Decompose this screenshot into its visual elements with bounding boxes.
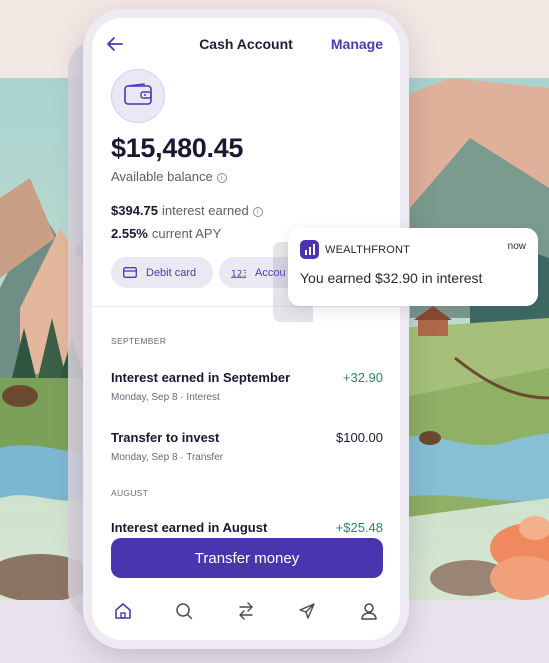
home-icon: [114, 602, 132, 625]
nav-profile[interactable]: [358, 602, 380, 624]
bottom-nav: [92, 600, 400, 626]
interest-earned-row: $394.75 interest earned i: [111, 203, 263, 218]
push-notification[interactable]: WEALTHFRONT now You earned $32.90 in int…: [288, 228, 538, 306]
apy-label: current APY: [151, 226, 222, 241]
transaction-amount: +$25.48: [335, 520, 383, 535]
info-icon[interactable]: i: [252, 207, 263, 217]
nav-transfer[interactable]: [235, 601, 257, 625]
nav-send[interactable]: [296, 602, 318, 624]
notification-app-name: WEALTHFRONT: [325, 244, 411, 256]
available-balance-label: Available balance i: [111, 169, 227, 184]
debit-card-button[interactable]: Debit card: [111, 257, 213, 288]
numbers-icon: 123: [231, 267, 246, 278]
info-icon[interactable]: i: [216, 173, 227, 183]
transaction-row[interactable]: Interest earned in August +$25.48: [111, 520, 383, 535]
wallet-icon: [124, 82, 152, 110]
credit-card-icon: [123, 267, 137, 278]
debit-card-label: Debit card: [146, 266, 197, 279]
svg-text:123: 123: [231, 270, 246, 279]
interest-earned-label: interest earned: [162, 203, 249, 218]
transfer-money-button[interactable]: Transfer money: [111, 538, 383, 578]
manage-button[interactable]: Manage: [331, 36, 383, 52]
balance-label-text: Available balance: [111, 169, 213, 184]
interest-earned-amount: $394.75: [111, 203, 158, 218]
transaction-row[interactable]: Interest earned in September Monday, Sep…: [111, 370, 383, 403]
transaction-subtitle: Monday, Sep 8 · Transfer: [111, 452, 224, 463]
available-balance-amount: $15,480.45: [111, 133, 244, 163]
transaction-amount: +32.90: [342, 370, 383, 385]
apy-value: 2.55%: [111, 226, 148, 241]
transaction-row[interactable]: Transfer to invest Monday, Sep 8 · Trans…: [111, 430, 383, 463]
send-icon: [298, 602, 316, 625]
nav-search[interactable]: [173, 602, 195, 624]
phone-screen: Cash Account Manage $15,480.45 Available…: [92, 18, 400, 640]
section-header-september: SEPTEMBER: [111, 336, 167, 346]
notification-time: now: [507, 241, 526, 252]
search-icon: [175, 602, 193, 625]
nav-home[interactable]: [112, 602, 134, 624]
transaction-amount: $100.00: [336, 430, 383, 445]
transfer-icon: [237, 601, 255, 625]
profile-icon: [360, 602, 378, 625]
top-bar: Cash Account Manage: [92, 18, 400, 70]
divider: [92, 306, 400, 307]
transaction-subtitle: Monday, Sep 8 · Interest: [111, 392, 220, 403]
wallet-icon-badge: [111, 69, 165, 123]
notification-message: You earned $32.90 in interest: [300, 270, 483, 286]
section-header-august: AUGUST: [111, 488, 149, 498]
apy-row: 2.55% current APY: [111, 226, 221, 241]
wealthfront-logo-icon: [300, 240, 319, 259]
